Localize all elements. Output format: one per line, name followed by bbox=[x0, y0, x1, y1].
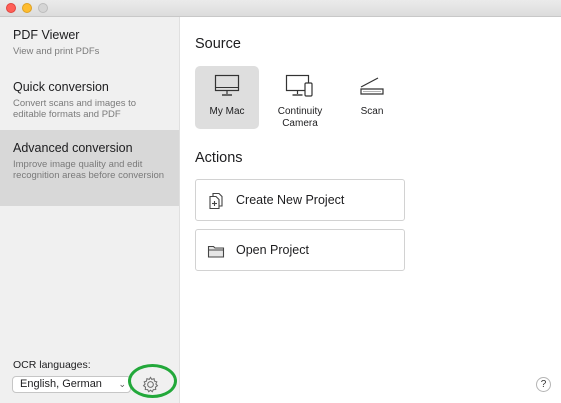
sidebar-item-quick-conversion[interactable]: Quick conversion Convert scans and image… bbox=[0, 69, 179, 131]
action-label: Open Project bbox=[236, 243, 309, 257]
chevron-down-icon: ⌄ bbox=[118, 379, 126, 389]
action-label: Create New Project bbox=[236, 193, 345, 207]
sidebar-item-pdf-viewer[interactable]: PDF Viewer View and print PDFs bbox=[0, 17, 179, 69]
source-heading: Source bbox=[195, 36, 241, 52]
ocr-languages-label: OCR languages: bbox=[13, 359, 91, 371]
sidebar-item-title: Quick conversion bbox=[13, 80, 109, 94]
sidebar-item-advanced-conversion[interactable]: Advanced conversion Improve image qualit… bbox=[0, 130, 179, 206]
source-label: Scan bbox=[360, 106, 384, 117]
create-new-project-button[interactable]: Create New Project bbox=[195, 179, 405, 221]
source-label: Continuity Camera bbox=[277, 106, 323, 129]
sidebar: PDF Viewer View and print PDFs Quick con… bbox=[0, 17, 180, 403]
actions-heading: Actions bbox=[195, 150, 243, 166]
help-button[interactable]: ? bbox=[536, 377, 551, 392]
open-project-button[interactable]: Open Project bbox=[195, 229, 405, 271]
gear-icon[interactable] bbox=[141, 375, 160, 394]
zoom-window-button[interactable] bbox=[38, 3, 48, 13]
source-continuity-camera-button[interactable]: Continuity Camera bbox=[268, 66, 332, 129]
sidebar-item-title: PDF Viewer bbox=[13, 28, 80, 42]
scanner-icon bbox=[360, 77, 384, 95]
folder-icon bbox=[207, 245, 225, 258]
sidebar-item-description: Convert scans and images to editable for… bbox=[13, 98, 137, 120]
sidebar-item-title: Advanced conversion bbox=[13, 141, 133, 155]
source-label: My Mac bbox=[209, 106, 245, 117]
source-scan-button[interactable]: Scan bbox=[340, 66, 404, 129]
continuity-camera-icon bbox=[285, 74, 313, 97]
ocr-languages-select[interactable]: English, German ⌄ bbox=[12, 376, 131, 393]
ocr-languages-value: English, German bbox=[20, 378, 102, 390]
close-window-button[interactable] bbox=[6, 3, 16, 13]
minimize-window-button[interactable] bbox=[22, 3, 32, 13]
source-my-mac-button[interactable]: My Mac bbox=[195, 66, 259, 129]
sidebar-item-description: Improve image quality and edit recogniti… bbox=[13, 159, 165, 181]
new-project-icon bbox=[209, 192, 223, 210]
sidebar-item-description: View and print PDFs bbox=[13, 46, 100, 57]
monitor-icon bbox=[214, 74, 240, 96]
title-bar bbox=[0, 0, 561, 17]
